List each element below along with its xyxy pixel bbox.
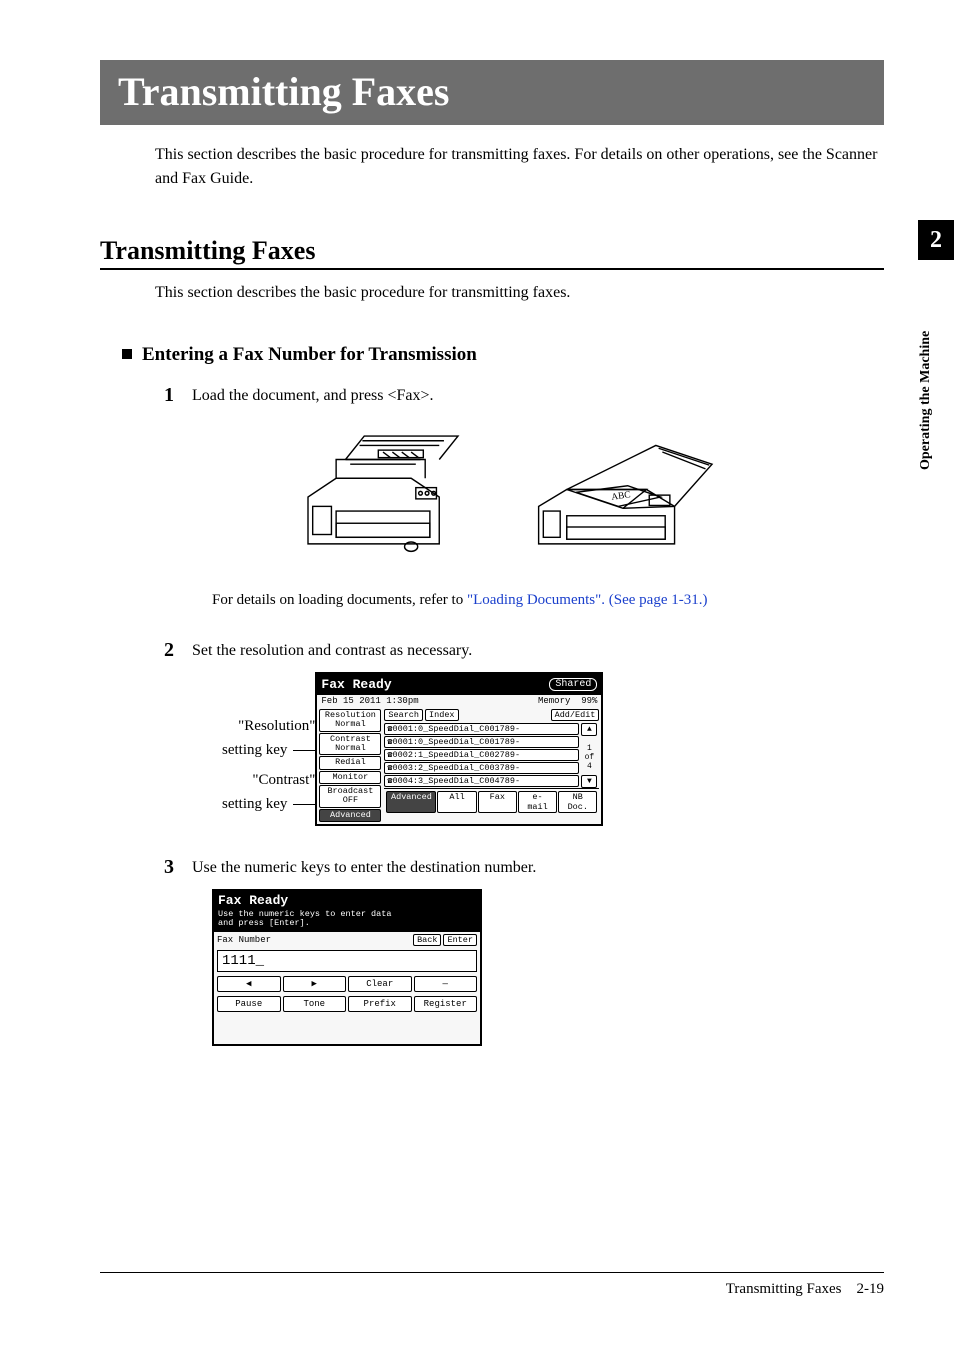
- lcd-title: Fax Ready: [321, 677, 391, 692]
- step-number: 1: [164, 384, 192, 407]
- speed-dial-item[interactable]: ☎0001:0_SpeedDial_C001789-: [384, 723, 579, 735]
- page-footer: Transmitting Faxes 2-19: [100, 1272, 884, 1298]
- lcd2-subtitle: Use the numeric keys to enter dataand pr…: [214, 910, 480, 932]
- cursor-right-button[interactable]: ▶: [283, 976, 347, 992]
- pause-button[interactable]: Pause: [217, 996, 281, 1012]
- step-text: Load the document, and press <Fax>.: [192, 384, 434, 407]
- advanced-button[interactable]: Advanced: [319, 809, 381, 822]
- scroll-up-button[interactable]: ▲: [581, 723, 597, 736]
- lcd-screen-fax-number: Fax Ready Use the numeric keys to enter …: [212, 889, 482, 1046]
- shared-badge: Shared: [549, 678, 597, 691]
- email-tab[interactable]: e-mail: [518, 791, 557, 813]
- fax-number-label: Fax Number: [217, 935, 271, 945]
- step-text: Use the numeric keys to enter the destin…: [192, 856, 536, 879]
- prefix-button[interactable]: Prefix: [348, 996, 412, 1012]
- index-button[interactable]: Index: [425, 709, 459, 721]
- cursor-left-button[interactable]: ◀: [217, 976, 281, 992]
- square-bullet-icon: [122, 349, 132, 359]
- redial-button[interactable]: Redial: [319, 756, 381, 769]
- resolution-button[interactable]: ResolutionNormal: [319, 709, 381, 732]
- scroll-down-button[interactable]: ▼: [581, 775, 597, 788]
- side-tab: 2 Operating the Machine: [918, 220, 954, 470]
- printer-adf-illustration: [288, 422, 478, 572]
- svg-text:ABC: ABC: [611, 490, 631, 503]
- chapter-title: Transmitting Faxes: [100, 60, 884, 125]
- clear-button[interactable]: Clear: [348, 976, 412, 992]
- speed-dial-item[interactable]: ☎0001:0_SpeedDial_C001789-: [384, 736, 579, 748]
- lcd-screen-fax-ready: Fax Ready Shared Feb 15 2011 1:30pm Memo…: [315, 672, 603, 826]
- back-button[interactable]: Back: [413, 934, 441, 946]
- callout-labels: "Resolution" setting key "Contrast" sett…: [222, 672, 315, 816]
- register-button[interactable]: Register: [414, 996, 478, 1012]
- reference-line: For details on loading documents, refer …: [212, 592, 884, 609]
- fax-tab[interactable]: Fax: [478, 791, 517, 813]
- subsection-title: Entering a Fax Number for Transmission: [122, 344, 884, 366]
- tone-button[interactable]: Tone: [283, 996, 347, 1012]
- step-text: Set the resolution and contrast as neces…: [192, 639, 472, 662]
- nbdoc-tab[interactable]: NB Doc.: [558, 791, 597, 813]
- contrast-button[interactable]: ContrastNormal: [319, 733, 381, 756]
- enter-button[interactable]: Enter: [443, 934, 477, 946]
- add-edit-button[interactable]: Add/Edit: [551, 709, 600, 721]
- broadcast-button[interactable]: BroadcastOFF: [319, 785, 381, 808]
- chapter-intro: This section describes the basic procedu…: [155, 143, 884, 191]
- step-number: 3: [164, 856, 192, 879]
- chapter-label-tab: Operating the Machine: [918, 290, 934, 470]
- flatbed-illustration: ABC: [528, 422, 718, 572]
- monitor-button[interactable]: Monitor: [319, 771, 381, 784]
- cross-reference-link[interactable]: "Loading Documents". (See page 1-31.): [467, 592, 708, 608]
- figure-row: ABC: [122, 422, 884, 572]
- dash-button[interactable]: —: [414, 976, 478, 992]
- advanced-tab[interactable]: Advanced: [386, 791, 436, 813]
- lcd2-title: Fax Ready: [214, 891, 480, 910]
- search-button[interactable]: Search: [384, 709, 423, 721]
- section-intro: This section describes the basic procedu…: [155, 284, 884, 302]
- speed-dial-item[interactable]: ☎0004:3_SpeedDial_C004789-: [384, 775, 579, 787]
- section-title: Transmitting Faxes: [100, 236, 884, 270]
- step-number: 2: [164, 639, 192, 662]
- speed-dial-item[interactable]: ☎0002:1_SpeedDial_C002789-: [384, 749, 579, 761]
- all-tab[interactable]: All: [437, 791, 476, 813]
- lcd-datetime: Feb 15 2011 1:30pm: [321, 696, 418, 706]
- fax-number-field[interactable]: 1111_: [217, 950, 477, 972]
- chapter-number-tab: 2: [918, 220, 954, 260]
- speed-dial-item[interactable]: ☎0003:2_SpeedDial_C003789-: [384, 762, 579, 774]
